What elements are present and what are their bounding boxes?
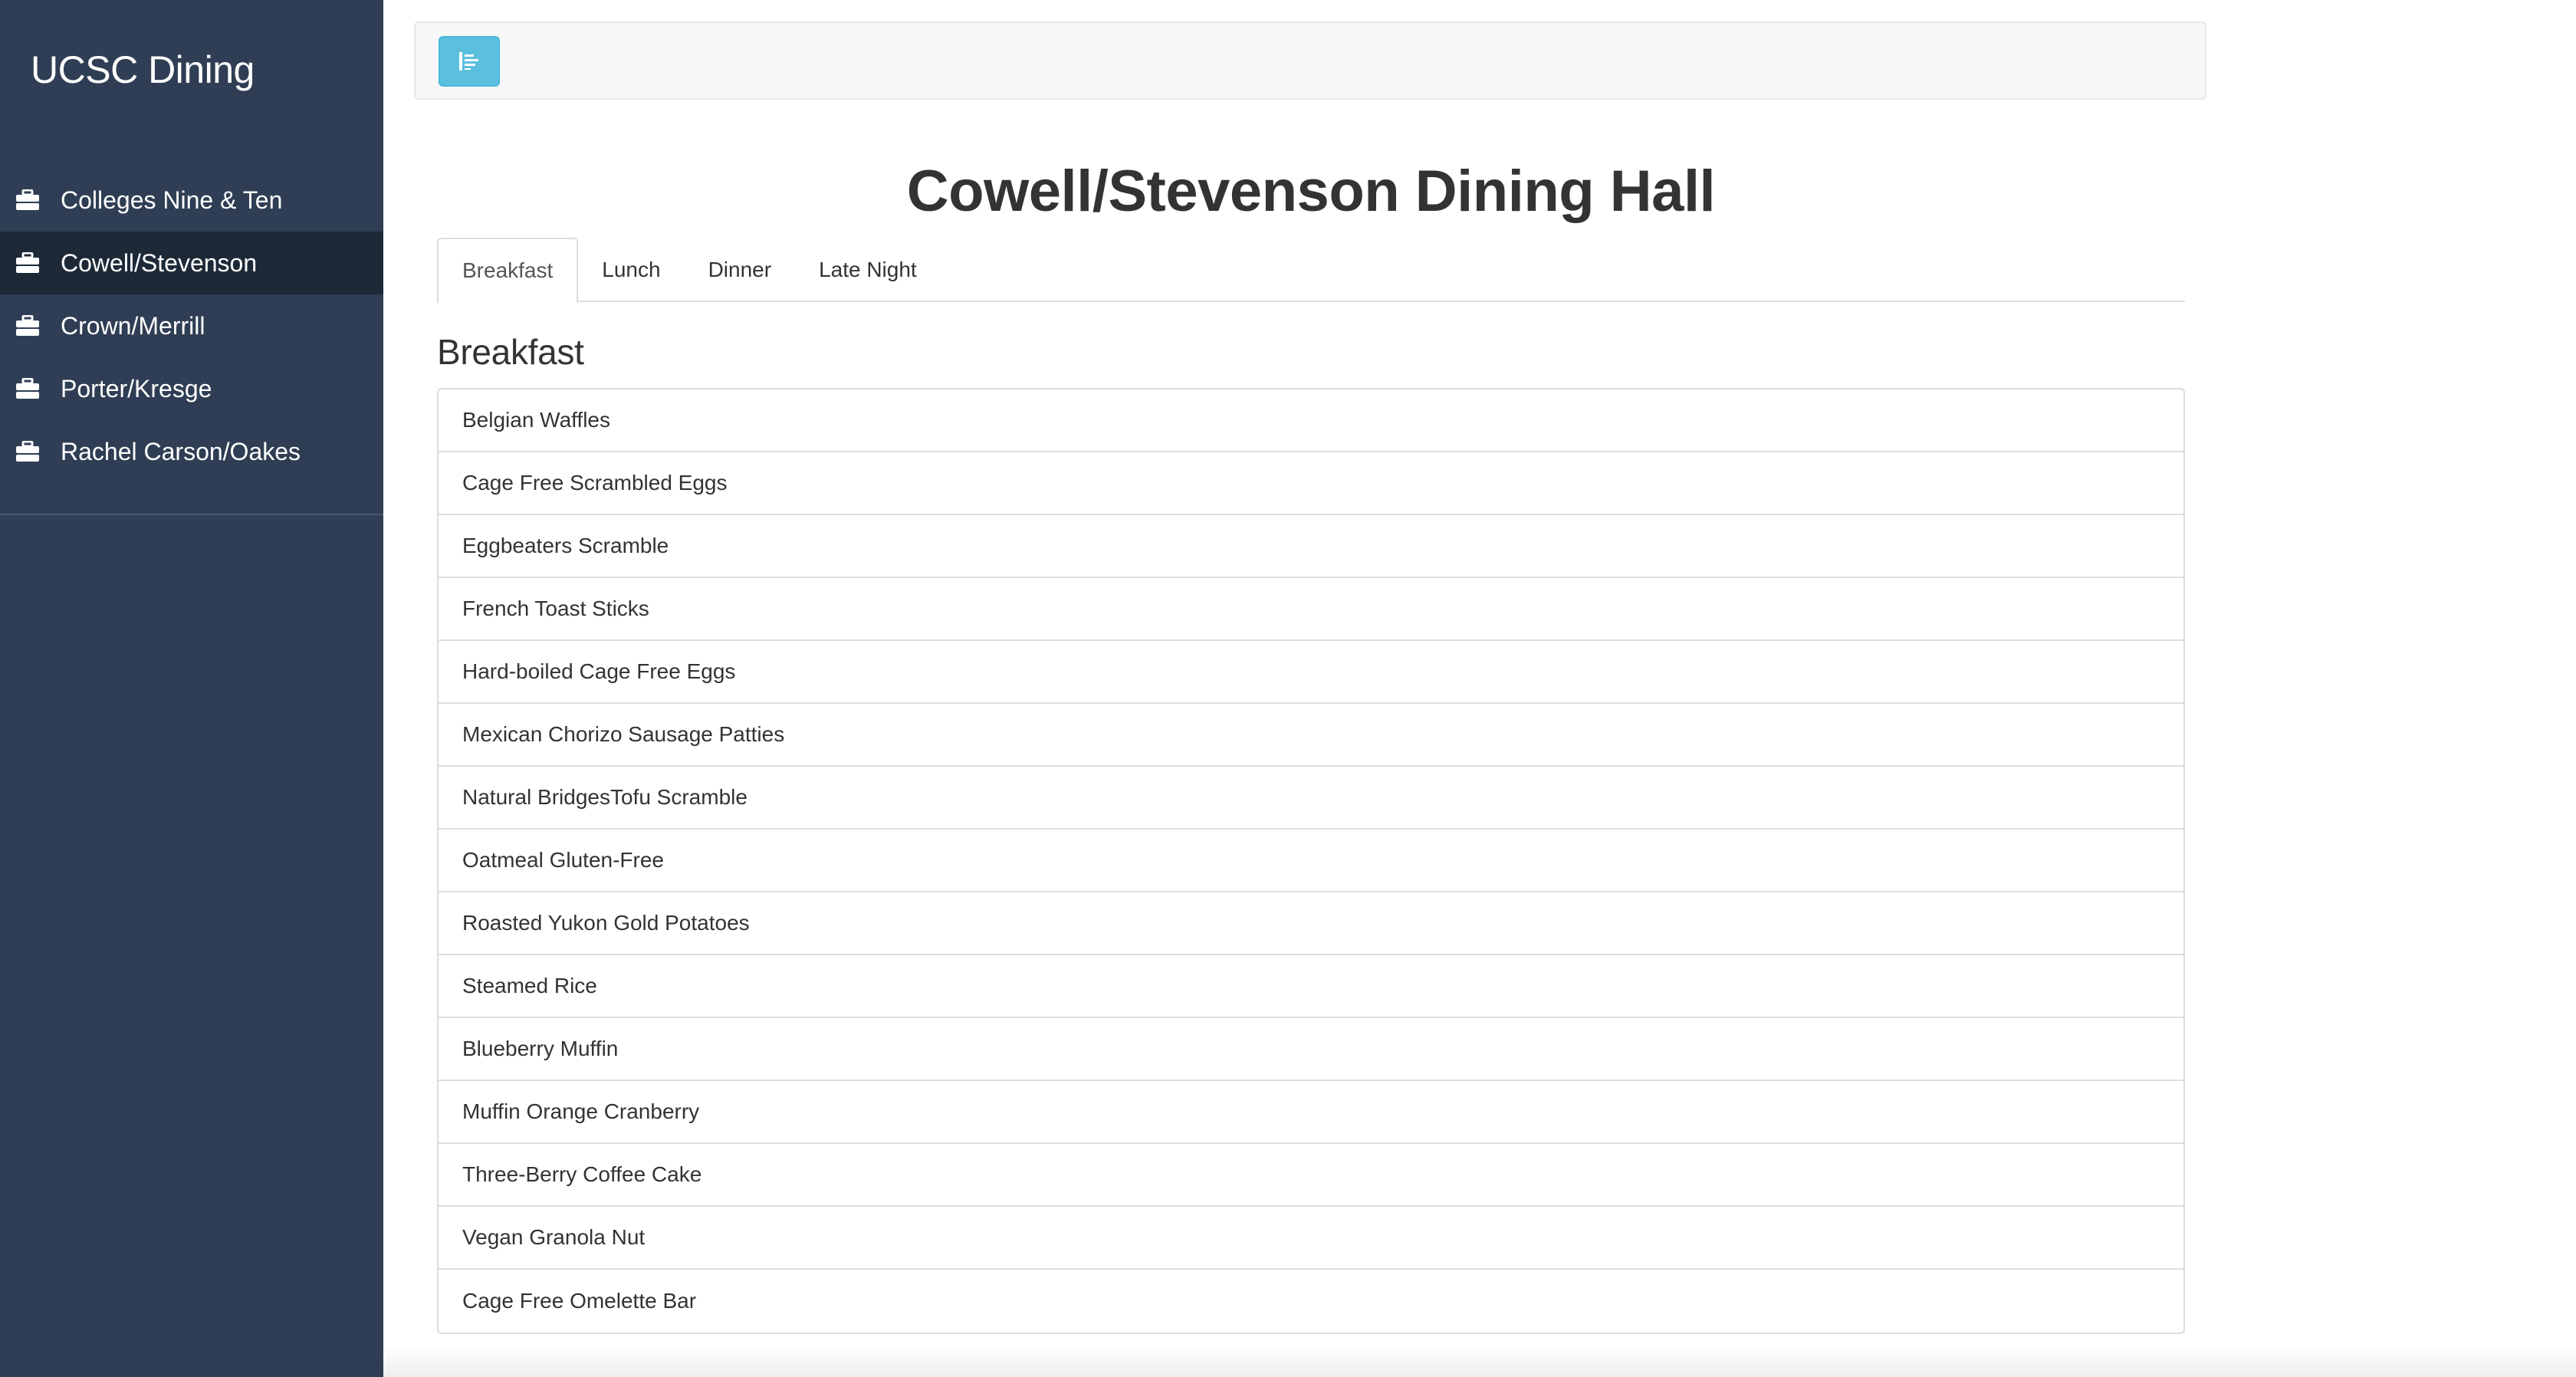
list-item: French Toast Sticks [439,578,2183,641]
align-left-icon [459,52,478,71]
list-item: Three-Berry Coffee Cake [439,1144,2183,1207]
briefcase-icon [16,441,39,462]
sidebar-item-label: Colleges Nine & Ten [61,186,283,214]
tab-dinner[interactable]: Dinner [685,238,795,302]
brand-title[interactable]: UCSC Dining [31,48,255,92]
sidebar-item-colleges-nine-ten[interactable]: Colleges Nine & Ten [0,169,383,232]
list-item: Cage Free Scrambled Eggs [439,452,2183,515]
briefcase-icon [16,189,39,210]
list-item: Belgian Waffles [439,389,2183,452]
sidebar-item-label: Rachel Carson/Oakes [61,437,301,465]
list-item: Mexican Chorizo Sausage Patties [439,704,2183,767]
page-title: Cowell/Stevenson Dining Hall [906,159,1716,224]
sidebar-item-porter-kresge[interactable]: Porter/Kresge [0,357,383,420]
list-item: Cage Free Omelette Bar [462,1289,697,1313]
sidebar-divider [0,514,383,515]
sidebar-item-cowell-stevenson[interactable]: Cowell/Stevenson [0,232,383,294]
sidebar-item-label: Crown/Merrill [61,311,205,340]
list-item: Muffin Orange Cranberry [439,1081,2183,1144]
list-item: Vegan Granola Nut [439,1207,2183,1270]
menu-list: Belgian Waffles Cage Free Scrambled Eggs… [437,388,2185,1334]
bottom-edge [383,1346,2576,1377]
briefcase-icon [16,378,39,399]
list-item: Natural BridgesTofu Scramble [439,767,2183,830]
sidebar-item-label: Porter/Kresge [61,374,212,403]
top-navbar [414,21,2206,100]
section-heading: Breakfast [437,332,584,372]
list-item: Oatmeal Gluten-Free [439,830,2183,892]
list-item: Blueberry Muffin [439,1018,2183,1081]
tab-late-night[interactable]: Late Night [795,238,941,302]
sidebar-item-label: Cowell/Stevenson [61,248,258,277]
tab-lunch[interactable]: Lunch [578,238,684,302]
briefcase-icon [16,252,39,273]
sidebar-toggle-button[interactable] [439,36,500,87]
tab-breakfast[interactable]: Breakfast [437,238,579,304]
sidebar-item-rachel-carson-oakes[interactable]: Rachel Carson/Oakes [0,420,383,483]
sidebar: UCSC Dining Colleges Nine & Ten Cowell/S… [0,0,383,1377]
list-item: Steamed Rice [439,955,2183,1018]
briefcase-icon [16,315,39,336]
meal-tabs: Breakfast Lunch Dinner Late Night [437,238,2185,304]
sidebar-nav: Colleges Nine & Ten Cowell/Stevenson Cro… [0,169,383,483]
list-item: Roasted Yukon Gold Potatoes [439,892,2183,955]
list-item: Hard-boiled Cage Free Eggs [439,641,2183,704]
list-item: Eggbeaters Scramble [439,515,2183,578]
sidebar-item-crown-merrill[interactable]: Crown/Merrill [0,294,383,357]
